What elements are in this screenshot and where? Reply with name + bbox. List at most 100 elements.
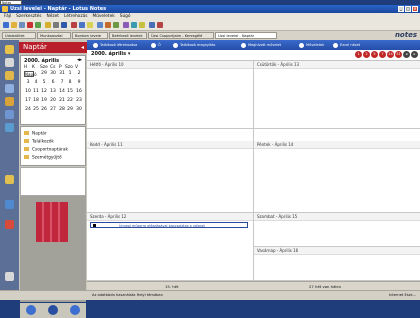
mini-calendar-day[interactable]: 30 xyxy=(49,71,57,76)
day-cell[interactable]: Szerda - Április 12 Ünnepi műsorra előad… xyxy=(87,213,253,281)
refresh-icon[interactable] xyxy=(97,22,103,28)
day-cell[interactable]: Csütörtök - Április 13 xyxy=(254,61,420,129)
address-icon[interactable] xyxy=(131,22,137,28)
mini-calendar-day[interactable]: 19 xyxy=(40,98,48,103)
week-view-icon[interactable]: 7 xyxy=(379,51,386,58)
mini-calendar-day[interactable]: 14 xyxy=(58,89,66,94)
mini-calendar-day[interactable]: 26 xyxy=(40,107,48,112)
maximize-button[interactable]: □ xyxy=(405,6,411,12)
tab-groups[interactable]: Üzsi Csoportjaim - Keresgélé xyxy=(148,32,214,39)
new-appointment-button[interactable]: Találkozó létrehozása xyxy=(93,40,137,50)
mini-calendar-day[interactable]: 12 xyxy=(40,89,48,94)
help-icon[interactable] xyxy=(157,22,163,28)
minimize-button[interactable]: _ xyxy=(398,6,404,12)
todo-bookmark-icon[interactable] xyxy=(5,84,14,93)
folder2-bookmark-icon[interactable] xyxy=(5,175,14,184)
next-icon[interactable]: ▸ xyxy=(411,51,418,58)
two-week-view-icon[interactable]: 14 xyxy=(387,51,394,58)
mail-bookmark-icon[interactable] xyxy=(5,45,14,54)
menu-edit[interactable]: Szerkesztés xyxy=(16,13,41,20)
underline-icon[interactable] xyxy=(87,22,93,28)
mini-calendar-day[interactable]: 9 xyxy=(75,80,83,85)
mini-calendar-day[interactable]: 20 xyxy=(49,98,57,103)
open-appointment-button[interactable]: Találkozó megnyitás xyxy=(173,40,215,50)
calendar-bookmark-icon[interactable] xyxy=(5,58,14,67)
mini-calendar-day[interactable]: 29 xyxy=(66,107,74,112)
mini-calendar-day[interactable]: 4 xyxy=(32,80,40,85)
close-button[interactable]: × xyxy=(412,6,418,12)
mini-calendar-day[interactable]: 16 xyxy=(75,89,83,94)
todo-icon[interactable] xyxy=(139,22,145,28)
home-icon[interactable] xyxy=(105,22,111,28)
actions-button[interactable]: Műveletek xyxy=(299,40,324,50)
mini-calendar-day[interactable]: 11 xyxy=(32,89,40,94)
mini-calendar-day[interactable]: 27 xyxy=(49,107,57,112)
open-icon[interactable] xyxy=(11,22,17,28)
db-bookmark-icon[interactable] xyxy=(5,123,14,132)
copy-icon[interactable] xyxy=(53,22,59,28)
mini-calendar-day[interactable]: 6 xyxy=(49,80,57,85)
mini-calendar-day[interactable]: 13 xyxy=(49,89,57,94)
mail-icon[interactable] xyxy=(113,22,119,28)
mini-calendar-day[interactable]: 31 xyxy=(58,71,66,76)
one-day-view-icon[interactable]: 1 xyxy=(355,51,362,58)
paste-icon[interactable] xyxy=(61,22,67,28)
tab-workspace[interactable]: Munkaasztal xyxy=(37,32,71,39)
prev-icon[interactable]: ◂ xyxy=(403,51,410,58)
nav-back-icon[interactable] xyxy=(26,305,36,315)
mini-calendar-day[interactable]: 5 xyxy=(40,80,48,85)
nav-home-icon[interactable] xyxy=(48,305,58,315)
folder-item[interactable]: Találkozók xyxy=(24,139,54,145)
print-icon[interactable] xyxy=(27,22,33,28)
calendar-icon[interactable] xyxy=(123,22,129,28)
bold-icon[interactable] xyxy=(71,22,77,28)
contacts-bookmark-icon[interactable] xyxy=(5,71,14,80)
owner-button[interactable]: Ő xyxy=(151,40,161,50)
mini-calendar-day[interactable]: 10 xyxy=(24,89,32,94)
calendar-entry[interactable]: Ünnepi műsorra előadásával kapcsolatos a… xyxy=(90,222,248,228)
day-cell[interactable]: Kedd - Április 11 xyxy=(87,141,253,213)
excel-view-button[interactable]: Excel nézet xyxy=(333,40,360,50)
menu-create[interactable]: Létrehozás xyxy=(64,13,87,20)
month-selector[interactable]: 2000. április ▾ xyxy=(91,51,130,57)
globe-bookmark-icon[interactable] xyxy=(5,200,14,209)
menu-file[interactable]: Fájl xyxy=(4,13,11,20)
save-icon[interactable] xyxy=(19,22,25,28)
mini-calendar-day[interactable]: 28 xyxy=(58,107,66,112)
mini-calendar-day[interactable]: 18 xyxy=(32,98,40,103)
replicate-bookmark-icon[interactable] xyxy=(5,272,14,281)
folder-bookmark-icon[interactable] xyxy=(5,97,14,106)
tab-welcome[interactable]: Üdvözöllek xyxy=(2,32,36,39)
mini-calendar-day[interactable]: 30 xyxy=(75,107,83,112)
mini-calendar-day[interactable]: 2 xyxy=(75,71,83,76)
menu-view[interactable]: Nézet xyxy=(47,13,59,20)
five-day-view-icon[interactable]: 5 xyxy=(371,51,378,58)
day-cell[interactable]: Vasárnap - Április 16 xyxy=(254,247,420,281)
italic-icon[interactable] xyxy=(79,22,85,28)
tab-calendar[interactable]: Uzsi levelei - Naptár xyxy=(215,32,277,39)
nav-forward-icon[interactable] xyxy=(70,305,80,315)
search-icon[interactable] xyxy=(35,22,41,28)
status-zone[interactable]: Internet Eszk... xyxy=(389,293,416,297)
mini-calendar-day[interactable]: 3 xyxy=(24,80,32,85)
mini-calendar-day[interactable]: 15 xyxy=(66,89,74,94)
menu-help[interactable]: Súgó xyxy=(120,13,131,20)
mini-calendar-day[interactable]: 21 xyxy=(58,98,66,103)
folder-item[interactable]: Naptár xyxy=(24,131,47,137)
mini-calendar-day[interactable]: 25 xyxy=(32,107,40,112)
mini-calendar-day[interactable]: 23 xyxy=(75,98,83,103)
menu-actions[interactable]: Műveletek xyxy=(92,13,114,20)
trash-bookmark-icon[interactable] xyxy=(5,220,14,229)
tab-mail[interactable]: Bontom levele xyxy=(72,32,108,39)
mini-calendar-day[interactable]: 29 xyxy=(40,71,48,76)
day-cell[interactable]: Péntek - Április 14 xyxy=(254,141,420,213)
mini-calendar-day[interactable]: 17 xyxy=(24,98,32,103)
web-bookmark-icon[interactable] xyxy=(5,110,14,119)
day-cell[interactable]: Szombat - Április 15 xyxy=(254,213,420,247)
mini-calendar-day[interactable]: 1 xyxy=(66,71,74,76)
mini-calendar-day[interactable]: 8 xyxy=(66,80,74,85)
table-icon[interactable] xyxy=(149,22,155,28)
month-nav-icon[interactable]: ◂▸ xyxy=(77,57,82,63)
month-view-icon[interactable]: 31 xyxy=(395,51,402,58)
folder-item[interactable]: Csoportnaptárak xyxy=(24,147,68,153)
